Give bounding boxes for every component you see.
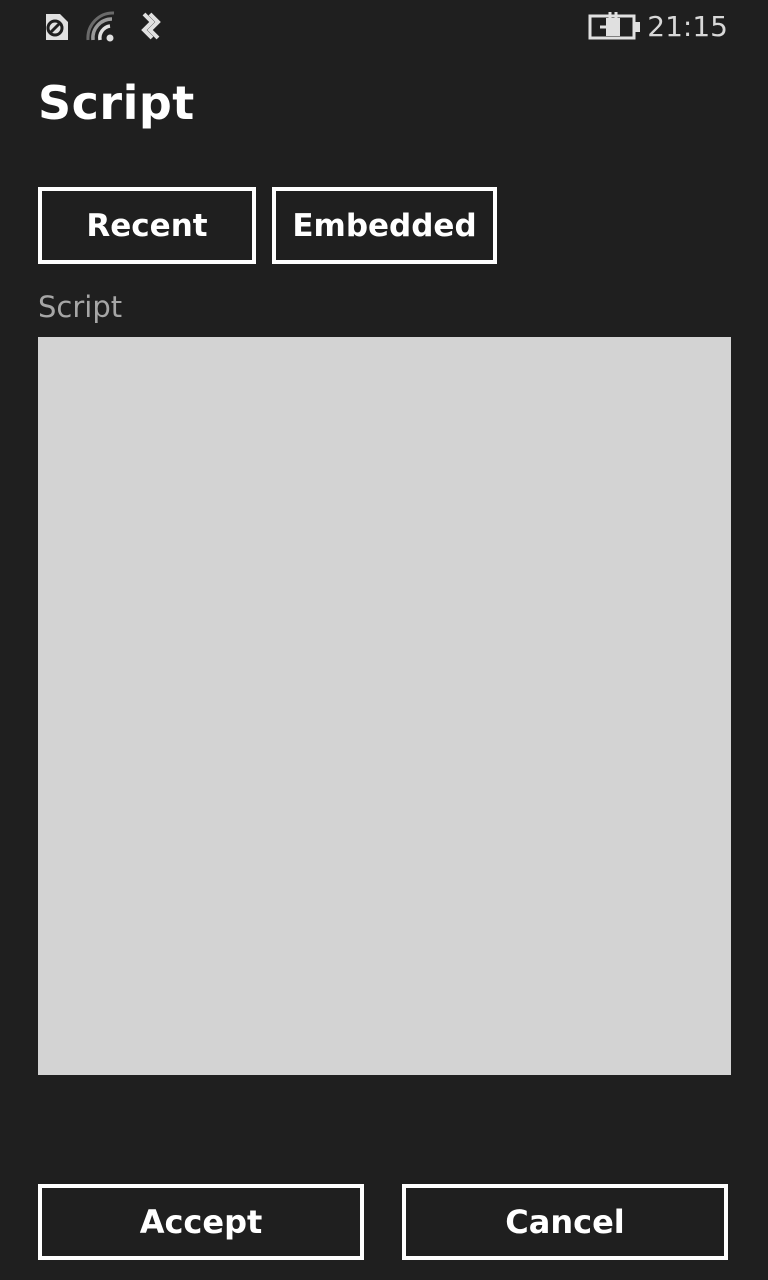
- data-sync-icon: [134, 10, 168, 44]
- recent-button-label: Recent: [86, 207, 208, 244]
- script-field-label: Script: [38, 290, 123, 324]
- cancel-button-label: Cancel: [505, 1203, 625, 1241]
- script-textbox[interactable]: [38, 337, 731, 1075]
- embedded-button[interactable]: Embedded: [272, 187, 497, 264]
- status-time: 21:15: [647, 10, 728, 43]
- embedded-button-label: Embedded: [292, 207, 477, 244]
- battery-charging-icon: [588, 10, 642, 44]
- recent-button[interactable]: Recent: [38, 187, 256, 264]
- accept-button[interactable]: Accept: [38, 1184, 364, 1260]
- alarm-icon: [38, 10, 72, 44]
- status-bar: 21:15: [0, 0, 768, 56]
- wifi-icon: [86, 10, 120, 44]
- accept-button-label: Accept: [139, 1203, 263, 1241]
- script-screen: 21:15 Script Recent Embedded Script Acce…: [0, 0, 768, 1280]
- page-title: Script: [38, 76, 195, 130]
- cancel-button[interactable]: Cancel: [402, 1184, 728, 1260]
